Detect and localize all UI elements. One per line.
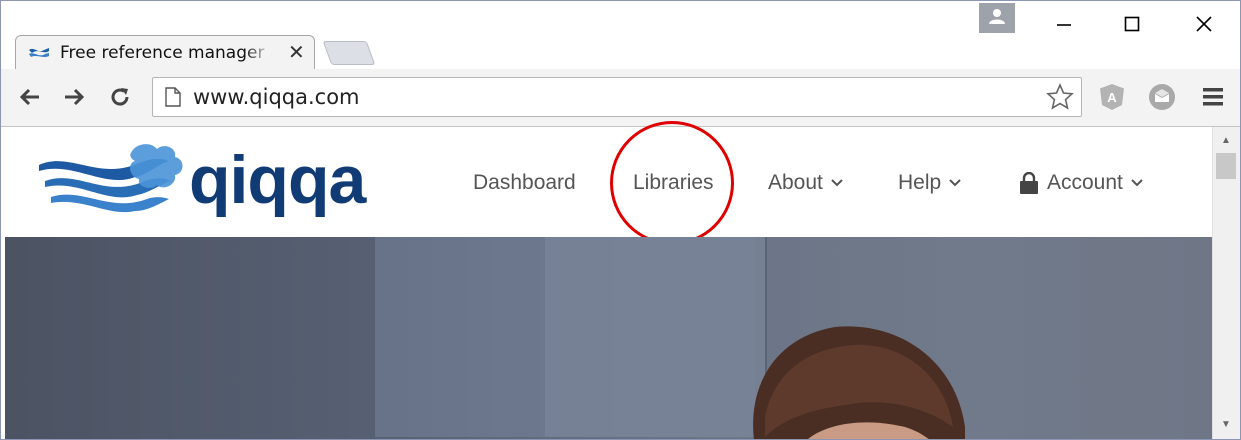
minimize-button[interactable] bbox=[1041, 5, 1087, 43]
nav-help[interactable]: Help bbox=[898, 171, 961, 195]
url-text[interactable]: www.qiqqa.com bbox=[193, 85, 360, 109]
browser-tab[interactable]: Free reference manager and PDF managemen… bbox=[15, 35, 315, 69]
nav-help-label: Help bbox=[898, 171, 942, 194]
lock-icon bbox=[1020, 172, 1038, 194]
page-icon bbox=[165, 87, 181, 107]
nav-account[interactable]: Account bbox=[1019, 171, 1143, 195]
site-header: qiqqa Dashboard Libraries About Help Acc… bbox=[1, 121, 1212, 245]
browser-toolbar: www.qiqqa.com A bbox=[1, 69, 1240, 127]
menu-icon[interactable] bbox=[1199, 84, 1227, 110]
tab-strip: Free reference manager and PDF managemen… bbox=[1, 1, 1240, 69]
address-bar[interactable]: www.qiqqa.com bbox=[152, 77, 1082, 117]
arrow-left-icon bbox=[19, 88, 39, 106]
vertical-scrollbar[interactable]: ▲ ▼ bbox=[1212, 127, 1240, 439]
scroll-thumb[interactable] bbox=[1216, 153, 1236, 179]
nav-dashboard-label: Dashboard bbox=[473, 171, 576, 194]
maximize-icon bbox=[1124, 16, 1140, 32]
close-icon bbox=[1196, 16, 1212, 32]
reload-icon bbox=[111, 88, 129, 106]
profile-button[interactable] bbox=[979, 3, 1015, 33]
person-head-image bbox=[753, 326, 965, 439]
minimize-icon bbox=[1057, 24, 1071, 26]
chevron-down-icon bbox=[1131, 179, 1143, 187]
chevron-down-icon bbox=[831, 179, 843, 187]
angular-extension-icon[interactable]: A bbox=[1097, 82, 1127, 112]
new-tab-button[interactable] bbox=[322, 41, 376, 65]
close-window-button[interactable] bbox=[1181, 5, 1227, 43]
close-tab-icon[interactable]: ✕ bbox=[288, 40, 305, 65]
scroll-up-icon[interactable]: ▲ bbox=[1221, 135, 1231, 146]
user-icon bbox=[989, 9, 1005, 24]
web-page: qiqqa Dashboard Libraries About Help Acc… bbox=[1, 121, 1212, 439]
hero-image bbox=[5, 237, 1212, 439]
scroll-down-icon[interactable]: ▼ bbox=[1221, 419, 1231, 430]
nav-account-label: Account bbox=[1047, 171, 1123, 194]
back-button[interactable] bbox=[17, 84, 43, 110]
reload-button[interactable] bbox=[107, 84, 133, 110]
chevron-down-icon bbox=[949, 179, 961, 187]
highlight-circle-annotation bbox=[610, 121, 734, 245]
bookmark-star-icon[interactable] bbox=[1045, 82, 1075, 112]
mail-extension-icon[interactable] bbox=[1147, 82, 1177, 112]
browser-window: Free reference manager and PDF managemen… bbox=[0, 0, 1241, 440]
maximize-button[interactable] bbox=[1109, 5, 1155, 43]
forward-button[interactable] bbox=[61, 84, 87, 110]
nav-about[interactable]: About bbox=[768, 171, 843, 195]
svg-text:A: A bbox=[1107, 90, 1117, 105]
qiqqa-favicon-icon bbox=[29, 48, 49, 57]
arrow-right-icon bbox=[65, 88, 85, 106]
brand-name[interactable]: qiqqa bbox=[189, 141, 366, 219]
tab-title: Free reference manager and PDF managemen… bbox=[60, 43, 272, 63]
nav-dashboard[interactable]: Dashboard bbox=[473, 171, 576, 195]
nav-about-label: About bbox=[768, 171, 823, 194]
